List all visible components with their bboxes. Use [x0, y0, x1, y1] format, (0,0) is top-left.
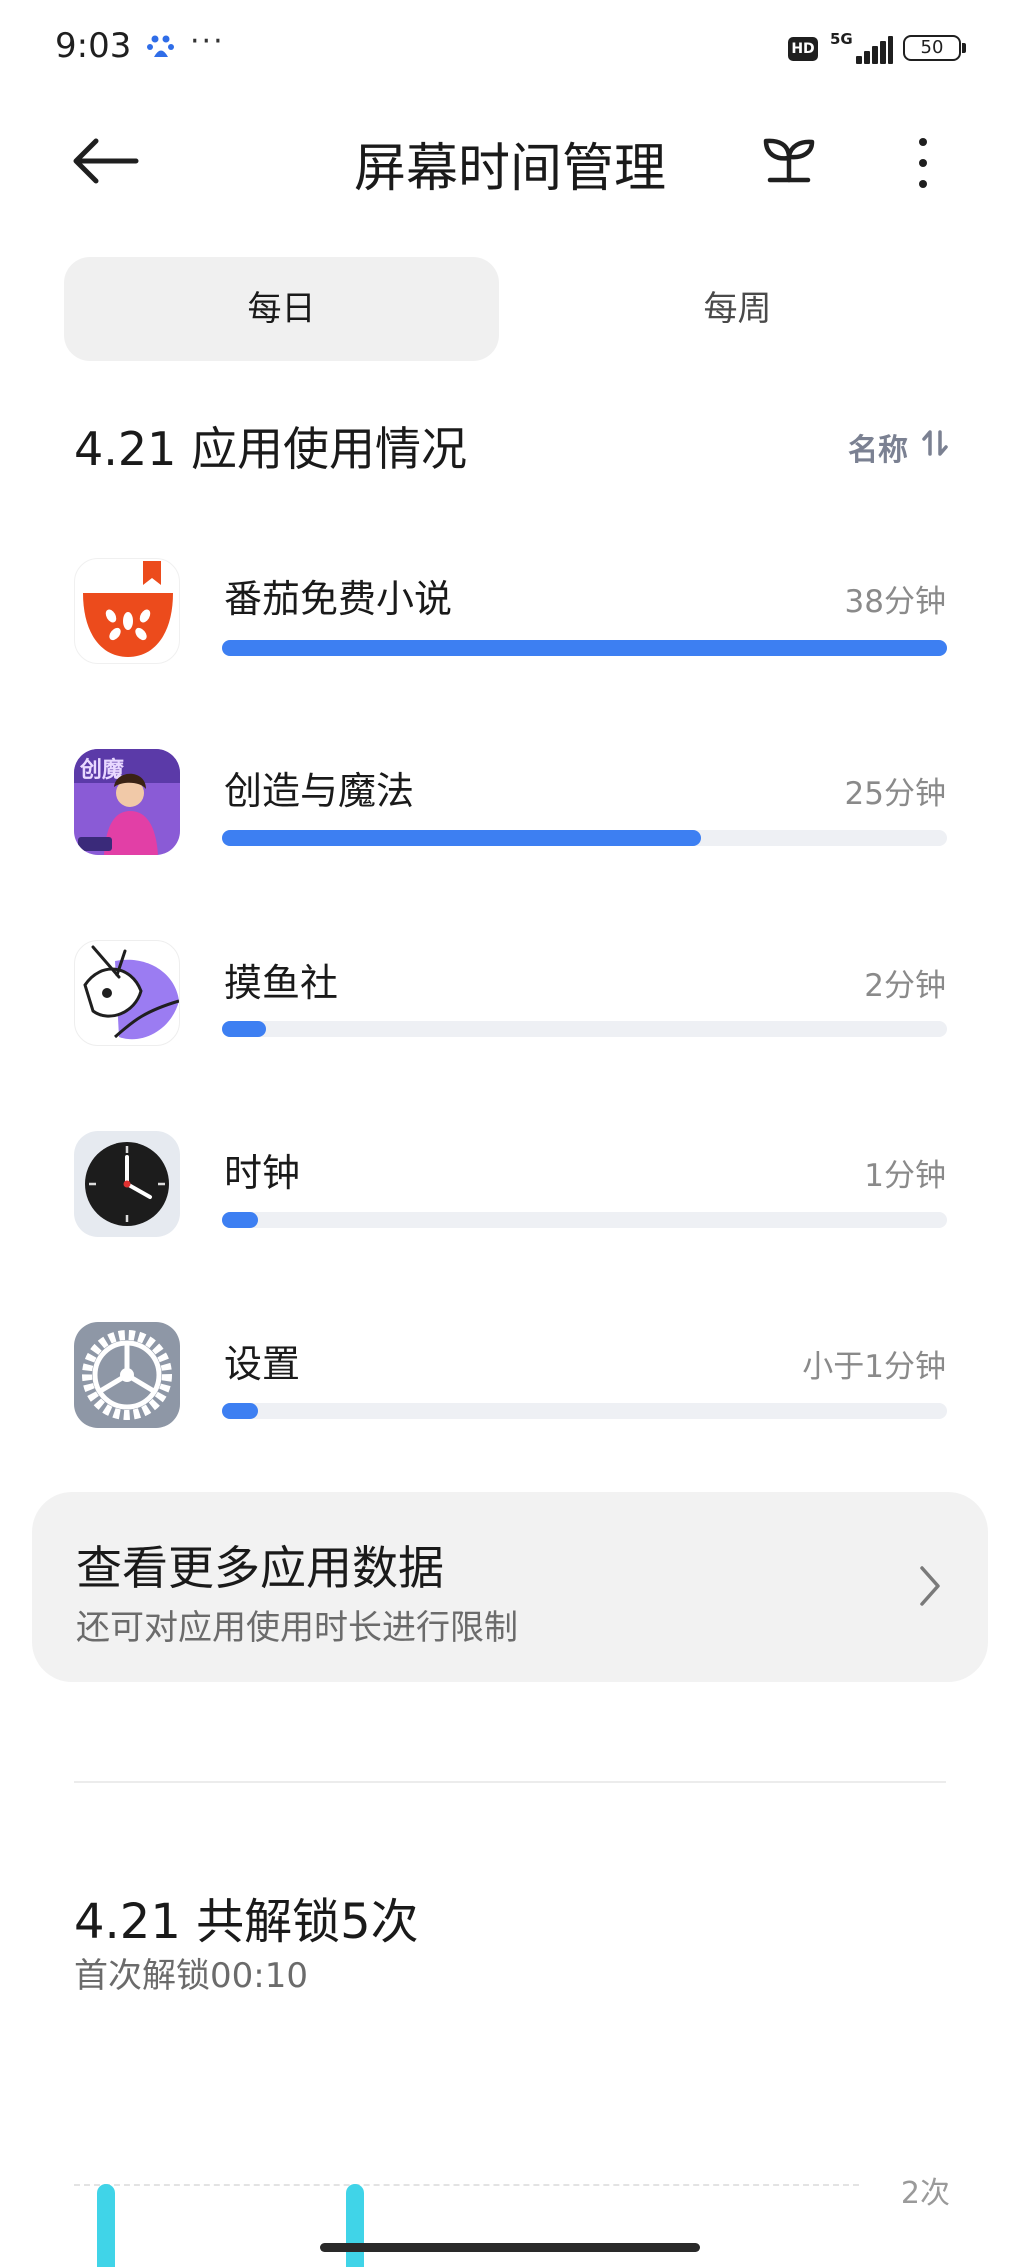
first-unlock-time: 首次解锁00:10: [74, 1956, 308, 1996]
usage-bar-fill: [222, 1212, 259, 1228]
app-name: 摸鱼社: [224, 961, 339, 1005]
usage-bar-fill: [222, 830, 701, 846]
chart-gridline: [74, 2184, 859, 2186]
unlock-bar: [97, 2184, 115, 2267]
chart-axis-label: 2次: [900, 2176, 950, 2211]
usage-bar: [222, 640, 947, 656]
divider: [74, 1781, 946, 1783]
clock-icon[interactable]: [74, 1131, 180, 1237]
usage-bar-fill: [222, 640, 947, 656]
unlock-bar: [346, 2184, 364, 2267]
unlock-title: 4.21 共解锁5次: [74, 1894, 419, 1950]
home-indicator[interactable]: [320, 2243, 700, 2252]
tomato-novel-icon[interactable]: [74, 558, 180, 664]
status-time: 9:03: [55, 26, 132, 66]
settings-gear-icon[interactable]: [74, 1322, 180, 1428]
battery-tip: [962, 43, 966, 53]
tab-weekly[interactable]: 每周: [520, 257, 955, 361]
usage-bar: [222, 1403, 947, 1419]
more-card-title: 查看更多应用数据: [76, 1541, 444, 1595]
moyu-fish-icon[interactable]: [74, 940, 180, 1046]
usage-bar-fill: [222, 1021, 266, 1037]
sort-icon[interactable]: [920, 428, 950, 458]
app-duration: 1分钟: [864, 1158, 946, 1194]
signal-icon: [848, 36, 893, 64]
usage-bar: [222, 1021, 947, 1037]
app-duration: 25分钟: [844, 776, 946, 812]
baidu-paw-icon: [147, 35, 174, 57]
usage-bar-fill: [222, 1403, 259, 1419]
page-title: 屏幕时间管理: [353, 139, 666, 199]
usage-section-title: 4.21 应用使用情况: [74, 422, 468, 476]
app-name: 设置: [224, 1342, 301, 1386]
usage-bar: [222, 1212, 947, 1228]
hd-badge: HD: [788, 37, 818, 61]
sort-label[interactable]: 名称: [848, 425, 908, 469]
more-vertical-icon[interactable]: [908, 132, 938, 194]
chevron-right-icon: [920, 1566, 940, 1606]
app-name: 时钟: [224, 1151, 301, 1195]
usage-bar: [222, 830, 947, 846]
more-card-subtitle: 还可对应用使用时长进行限制: [76, 1608, 518, 1648]
battery-level: 50: [903, 35, 961, 61]
svg-text:创魔: 创魔: [79, 757, 124, 783]
notification-more-icon: ···: [190, 24, 225, 59]
app-duration: 2分钟: [864, 968, 946, 1004]
app-duration: 38分钟: [844, 584, 946, 620]
sprout-icon[interactable]: [760, 132, 818, 190]
tab-daily[interactable]: 每日: [64, 257, 499, 361]
app-name: 创造与魔法: [224, 769, 415, 813]
app-duration: 小于1分钟: [802, 1349, 946, 1385]
creation-magic-icon[interactable]: 创魔: [74, 749, 180, 855]
app-name: 番茄免费小说: [224, 577, 453, 621]
